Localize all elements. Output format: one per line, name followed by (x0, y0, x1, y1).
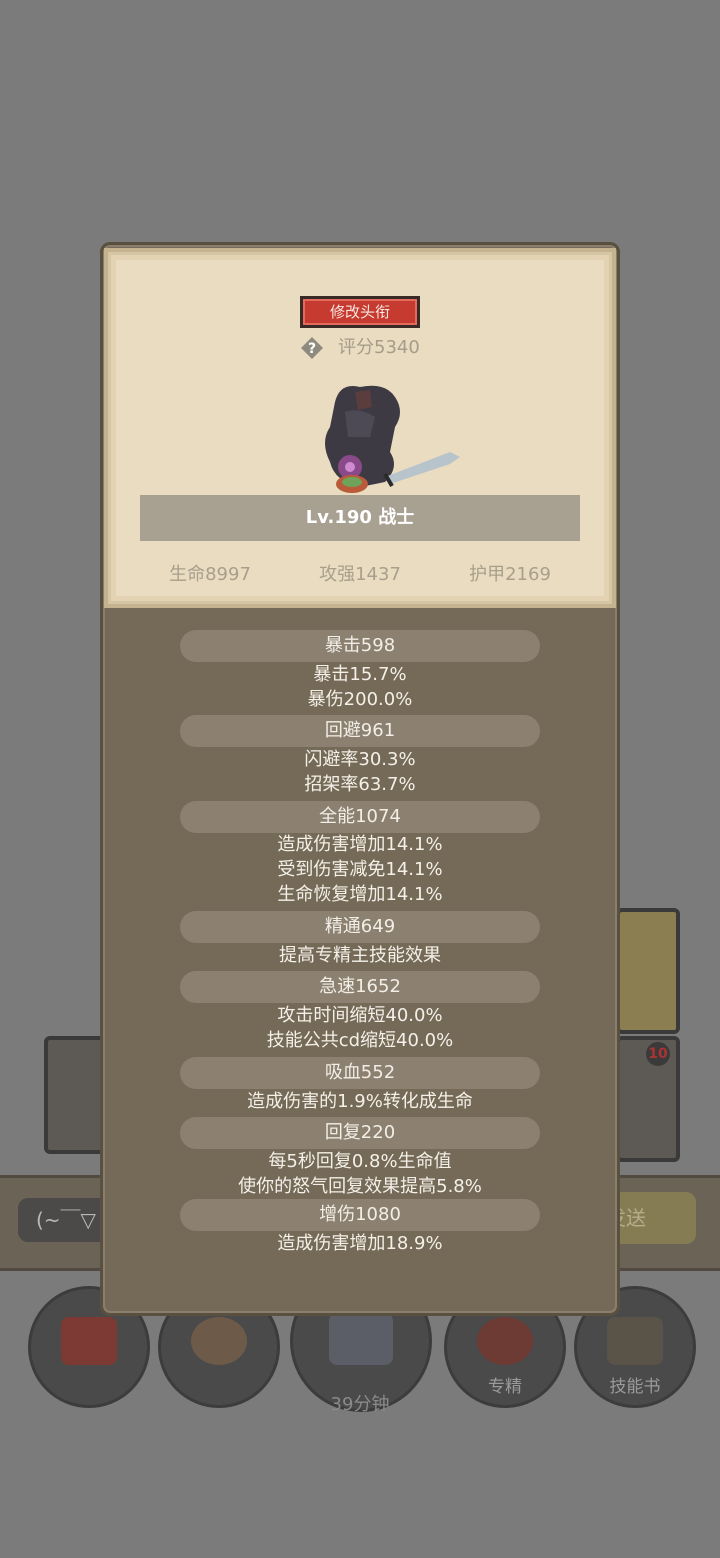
damage-bonus-header: 增伤1080 (180, 1199, 540, 1231)
bg-count-badge: 10 (646, 1042, 670, 1066)
attack-power-stat: 攻强1437 (319, 564, 401, 585)
parry-line: 招架率63.7% (304, 774, 416, 795)
bread-icon (191, 1317, 247, 1365)
lifesteal-header: 吸血552 (180, 1057, 540, 1089)
armor-stat: 护甲2169 (469, 564, 551, 585)
crit-header: 暴击598 (180, 630, 540, 662)
regen-rage-line: 使你的怒气回复效果提高5.8% (238, 1176, 482, 1197)
book-icon (607, 1317, 663, 1365)
bg-item-slot-right-top (616, 908, 680, 1034)
versatility-heal-line: 生命恢复增加14.1% (277, 884, 443, 905)
regen-header: 回复220 (180, 1117, 540, 1149)
versatility-header: 全能1074 (180, 801, 540, 833)
crit-damage-line: 暴伤200.0% (307, 689, 413, 710)
haste-gcd-line: 技能公共cd缩短40.0% (266, 1030, 454, 1051)
bg-spec-label: 专精 (488, 1377, 522, 1397)
spec-icon (477, 1317, 533, 1365)
mastery-line: 提高专精主技能效果 (279, 945, 441, 966)
haste-attack-line: 攻击时间缩短40.0% (277, 1005, 443, 1026)
bg-skillbook-label: 技能书 (609, 1377, 661, 1397)
potion-icon (61, 1317, 117, 1365)
versatility-reduction-line: 受到伤害减免14.1% (277, 859, 443, 880)
hp-stat: 生命8997 (169, 564, 251, 585)
svg-text:?: ? (308, 341, 316, 357)
regen-hp-line: 每5秒回复0.8%生命值 (268, 1151, 452, 1172)
chest-icon (329, 1313, 393, 1365)
lifesteal-line: 造成伤害的1.9%转化成生命 (247, 1091, 473, 1112)
bg-chest-timer: 39分钟 (330, 1394, 390, 1415)
dodge-line: 闪避率30.3% (304, 749, 416, 770)
help-icon[interactable]: ? (300, 336, 324, 360)
rename-title-button[interactable]: 修改头衔 (300, 296, 420, 328)
score-label: 评分5340 (338, 337, 420, 358)
mastery-header: 精通649 (180, 911, 540, 943)
damage-bonus-line: 造成伤害增加18.9% (277, 1233, 443, 1254)
avoidance-header: 回避961 (180, 715, 540, 747)
versatility-damage-line: 造成伤害增加14.1% (277, 834, 443, 855)
haste-header: 急速1652 (180, 971, 540, 1003)
warrior-character-sprite (325, 385, 460, 493)
level-class-bar: Lv.190 战士 (140, 495, 580, 541)
crit-chance-line: 暴击15.7% (313, 664, 407, 685)
